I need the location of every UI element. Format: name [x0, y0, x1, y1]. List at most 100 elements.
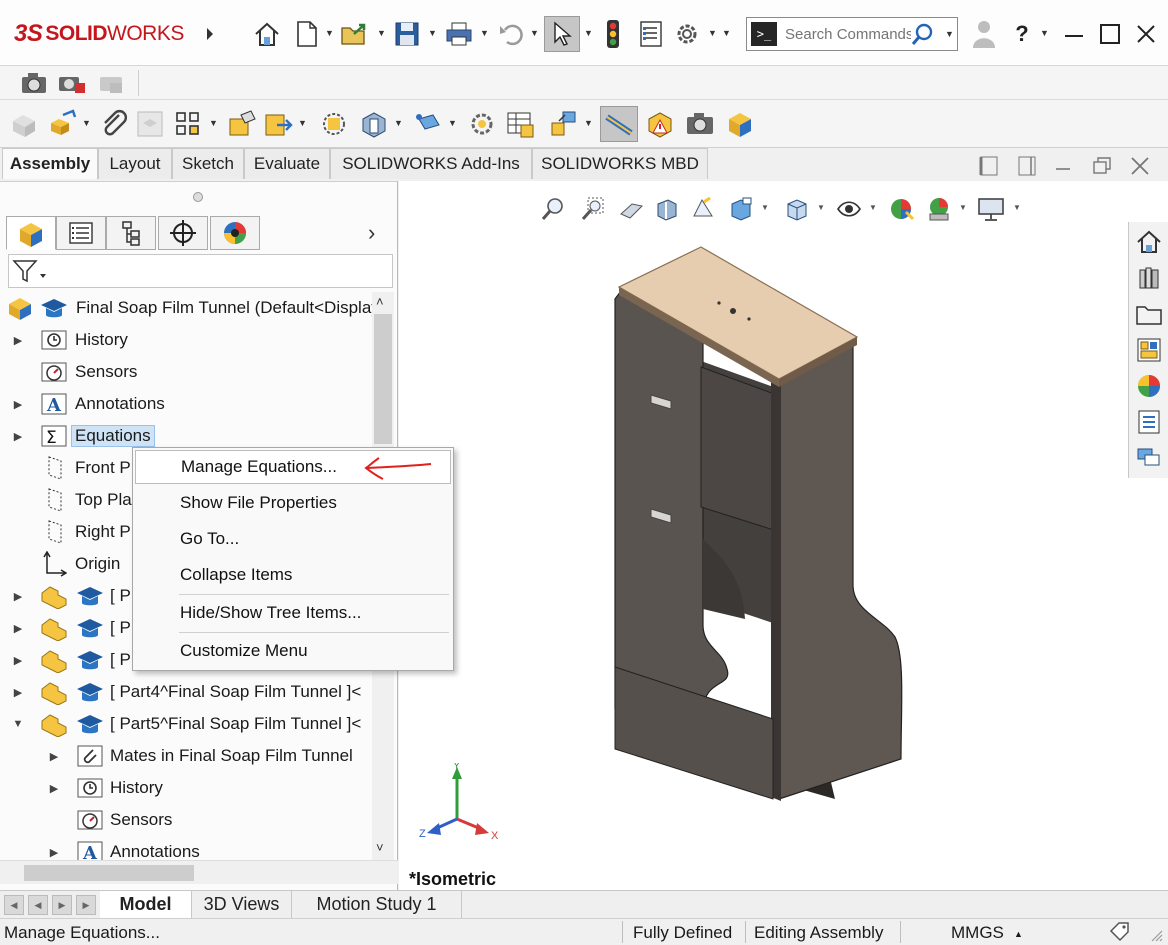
- save-dropdown-arrow[interactable]: ▼: [428, 28, 437, 38]
- dimxpert-manager-tab[interactable]: [158, 216, 208, 250]
- tab-sketch[interactable]: Sketch: [172, 148, 244, 179]
- tab-solidworks-mbd[interactable]: SOLIDWORKS MBD: [532, 148, 708, 179]
- expand-arrow[interactable]: ▶: [12, 622, 24, 635]
- expand-arrow[interactable]: ▶: [12, 686, 24, 699]
- hide-show-items-button[interactable]: [835, 195, 863, 223]
- close-window-button[interactable]: [1128, 16, 1164, 52]
- zoom-to-area-button[interactable]: [579, 195, 607, 223]
- zoom-to-fit-button[interactable]: [539, 195, 567, 223]
- tree-root-assembly[interactable]: Final Soap Film Tunnel (Default<Display …: [0, 292, 372, 324]
- doc-restore-button[interactable]: [1091, 155, 1113, 177]
- scroll-down-arrow[interactable]: ˅: [376, 840, 384, 855]
- scene-dropdown-arrow[interactable]: ▼: [959, 203, 967, 212]
- pattern-dropdown-arrow[interactable]: ▼: [209, 118, 218, 128]
- features-dropdown-arrow[interactable]: ▼: [394, 118, 403, 128]
- view-settings-dropdown-arrow[interactable]: ▼: [1013, 203, 1021, 212]
- graphics-area[interactable]: ▼ ▼ ▼ ▼ ▼ Y X Z *Isometric: [399, 156, 1168, 890]
- move-dropdown-arrow[interactable]: ▼: [298, 118, 307, 128]
- tree-item-part5-annotations[interactable]: ▶ A Annotations: [0, 836, 372, 860]
- print-dropdown-arrow[interactable]: ▼: [480, 28, 489, 38]
- expand-menu-button[interactable]: [200, 16, 220, 52]
- component-preview-button[interactable]: [134, 108, 166, 140]
- help-button[interactable]: ?: [1004, 16, 1040, 52]
- tree-horizontal-scrollbar[interactable]: [0, 860, 398, 884]
- exploded-dropdown-arrow[interactable]: ▼: [584, 118, 593, 128]
- reference-geometry-button[interactable]: [412, 108, 444, 140]
- menu-item-show-file-properties[interactable]: Show File Properties: [133, 486, 453, 520]
- new-document-button[interactable]: [292, 16, 322, 52]
- maximize-window-button[interactable]: [1092, 16, 1128, 52]
- mate-button[interactable]: [98, 108, 130, 140]
- last-tab-button[interactable]: ▶: [76, 895, 96, 915]
- assembly-features-button[interactable]: [358, 108, 390, 140]
- expand-arrow[interactable]: ▶: [48, 782, 60, 795]
- panel-more-tabs-chevron[interactable]: ›: [368, 220, 375, 246]
- solidworks-forum-button[interactable]: [1133, 442, 1165, 474]
- minimize-window-button[interactable]: [1056, 16, 1092, 52]
- snapshot-settings-button[interactable]: [56, 67, 88, 99]
- tree-item-mates[interactable]: ▶ Mates in Final Soap Film Tunnel: [0, 740, 372, 772]
- options-button[interactable]: [672, 16, 702, 52]
- tab-3d-views[interactable]: 3D Views: [192, 891, 292, 918]
- expand-arrow[interactable]: ▶: [12, 398, 24, 411]
- prev-tab-button[interactable]: ◀: [28, 895, 48, 915]
- scroll-up-arrow[interactable]: ˄: [376, 294, 384, 309]
- doc-close-button[interactable]: [1129, 155, 1151, 177]
- new-dropdown-arrow[interactable]: ▼: [325, 28, 334, 38]
- tree-item-history[interactable]: ▶ History: [0, 324, 372, 356]
- menu-item-go-to[interactable]: Go To...: [133, 522, 453, 556]
- undo-dropdown-arrow[interactable]: ▼: [530, 28, 539, 38]
- tab-model[interactable]: Model: [100, 891, 192, 918]
- expand-arrow[interactable]: ▶: [48, 846, 60, 859]
- instant3d-button[interactable]: [600, 106, 638, 142]
- smart-fasteners-button[interactable]: [226, 108, 258, 140]
- doc-minimize-button[interactable]: [1053, 155, 1075, 177]
- bill-of-materials-button[interactable]: [504, 108, 536, 140]
- expand-arrow[interactable]: ▶: [12, 654, 24, 667]
- open-button[interactable]: [340, 16, 370, 52]
- insert-dropdown-arrow[interactable]: ▼: [82, 118, 91, 128]
- restore-pane-left-button[interactable]: [979, 155, 1001, 177]
- soap-film-tunnel-model[interactable]: [605, 239, 925, 839]
- exploded-view-button[interactable]: [548, 108, 580, 140]
- file-properties-button[interactable]: [636, 16, 666, 52]
- select-button[interactable]: [544, 16, 580, 52]
- large-assembly-mode-button[interactable]: [724, 108, 756, 140]
- apply-scene-button[interactable]: [925, 195, 953, 223]
- display-style-dropdown-arrow[interactable]: ▼: [817, 203, 825, 212]
- hide-show-dropdown-arrow[interactable]: ▼: [869, 203, 877, 212]
- options-dropdown-arrow[interactable]: ▼: [708, 28, 717, 38]
- save-button[interactable]: [392, 16, 422, 52]
- property-manager-tab[interactable]: [56, 216, 106, 250]
- reference-dropdown-arrow[interactable]: ▼: [448, 118, 457, 128]
- status-units[interactable]: MMGS: [951, 923, 1004, 943]
- section-view-button[interactable]: [653, 195, 681, 223]
- tree-item-part5-history[interactable]: ▶ History: [0, 772, 372, 804]
- update-speedpak-button[interactable]: [644, 108, 676, 140]
- menu-item-hide-show-tree-items[interactable]: Hide/Show Tree Items...: [133, 596, 453, 630]
- select-dropdown-arrow[interactable]: ▼: [584, 28, 593, 38]
- units-dropdown-arrow[interactable]: ▲: [1014, 929, 1023, 939]
- resize-grip-icon[interactable]: [1150, 929, 1164, 943]
- edit-appearance-button[interactable]: [887, 195, 915, 223]
- home-button[interactable]: [252, 16, 282, 52]
- view-orientation-dropdown-arrow[interactable]: ▼: [761, 203, 769, 212]
- dynamic-annotation-views-button[interactable]: [689, 195, 717, 223]
- user-account-button[interactable]: [966, 16, 1002, 52]
- tree-item-part5-sensors[interactable]: Sensors: [0, 804, 372, 836]
- menu-item-collapse-items[interactable]: Collapse Items: [133, 558, 453, 592]
- help-dropdown-arrow[interactable]: ▼: [1040, 28, 1049, 38]
- insert-components-button[interactable]: [46, 108, 78, 140]
- show-hidden-components-button[interactable]: [318, 108, 350, 140]
- next-tab-button[interactable]: ▶: [52, 895, 72, 915]
- expand-arrow[interactable]: ▶: [12, 334, 24, 347]
- expand-arrow[interactable]: ▶: [48, 750, 60, 763]
- solidworks-resources-button[interactable]: [1133, 226, 1165, 258]
- display-style-button[interactable]: [783, 195, 811, 223]
- previous-view-button[interactable]: [617, 195, 645, 223]
- tab-layout[interactable]: Layout: [98, 148, 172, 179]
- feature-manager-tab[interactable]: [6, 216, 56, 250]
- view-palette-button[interactable]: [1133, 334, 1165, 366]
- panel-grip[interactable]: [193, 192, 203, 202]
- search-commands-box[interactable]: >_ ▼: [746, 17, 958, 51]
